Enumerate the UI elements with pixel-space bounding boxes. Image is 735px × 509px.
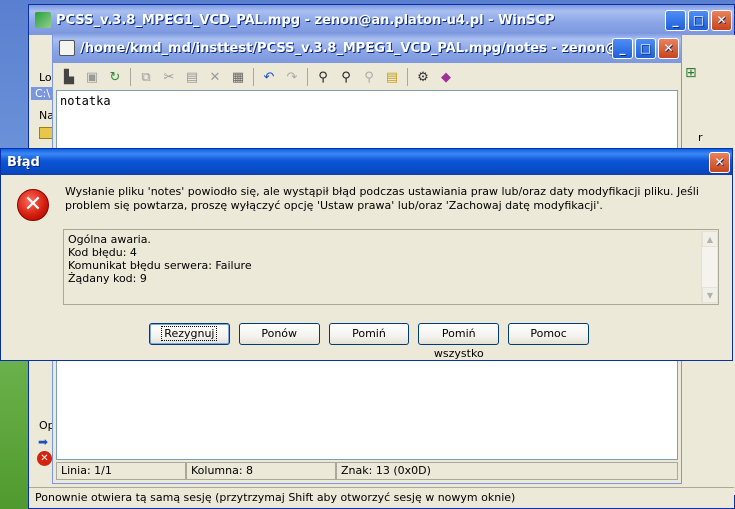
goto-line-icon[interactable]: ▤ <box>381 66 403 88</box>
line-indicator: Linia: 1/1 <box>56 462 186 480</box>
maximize-button[interactable]: □ <box>688 9 709 31</box>
winscp-window-title: PCSS_v.3.8_MPEG1_VCD_PAL.mpg - zenon@an.… <box>56 12 555 28</box>
editor-title-bar[interactable]: /home/kmd_md/insttest/PCSS_v.3.8_MPEG1_V… <box>53 33 681 63</box>
editor-app-icon <box>59 40 75 56</box>
delete-icon[interactable]: ✕ <box>204 66 226 88</box>
winscp-app-icon <box>35 12 51 28</box>
toolbar-separator <box>253 68 254 86</box>
toolbar-fragment-lo[interactable]: Lo <box>39 71 52 84</box>
help-button[interactable]: Pomoc <box>508 323 589 345</box>
reload-icon[interactable]: ↻ <box>104 66 126 88</box>
error-details-box[interactable]: Ogólna awaria. Kod błędu: 4 Komunikat bł… <box>63 229 719 305</box>
dialog-title: Błąd <box>7 154 40 170</box>
details-line: Ogólna awaria. <box>68 233 151 246</box>
select-all-icon[interactable]: ▦ <box>227 66 249 88</box>
tree-icon[interactable]: ⊞ <box>685 65 697 81</box>
error-dialog: Błąd ✕ ✕ Wysłanie pliku 'notes' powiodło… <box>0 148 733 361</box>
editor-close-button[interactable]: ✕ <box>658 37 679 59</box>
help-book-icon[interactable]: ◆ <box>435 66 457 88</box>
error-message: Wysłanie pliku 'notes' powiodło się, ale… <box>65 185 699 212</box>
details-line: Żądany kod: 9 <box>68 272 147 285</box>
scroll-up-icon[interactable]: ▲ <box>702 231 718 247</box>
save-icon[interactable]: ▣ <box>81 66 103 88</box>
skip-all-button[interactable]: Pomiń wszystko <box>418 323 500 360</box>
undo-icon[interactable]: ↶ <box>258 66 280 88</box>
right-fragment-1: r <box>698 131 703 144</box>
winscp-title-bar[interactable]: PCSS_v.3.8_MPEG1_VCD_PAL.mpg - zenon@an.… <box>29 5 734 35</box>
queue-arrow-icon: ➡ <box>38 435 49 449</box>
folder-up-icon[interactable] <box>39 127 53 139</box>
paste-icon[interactable]: ▤ <box>181 66 203 88</box>
dialog-title-bar[interactable]: Błąd ✕ <box>1 149 732 175</box>
close-button[interactable]: ✕ <box>711 9 732 31</box>
replace-icon[interactable]: ⚲ <box>335 66 357 88</box>
winscp-status-bar: Ponownie otwiera tą samą sesję (przytrzy… <box>29 487 734 508</box>
char-indicator: Znak: 13 (0x0D) <box>336 462 678 480</box>
find-icon[interactable]: ⚲ <box>312 66 334 88</box>
retry-button[interactable]: Ponów <box>238 323 320 345</box>
error-icon: ✕ <box>17 189 49 221</box>
column-indicator: Kolumna: 8 <box>186 462 336 480</box>
editor-toolbar: ▙ ▣ ↻ ⧉ ✂ ▤ ✕ ▦ ↶ ↷ ⚲ ⚲ ⚲ ▤ ⚙ ◆ <box>56 64 678 90</box>
editor-minimize-button[interactable]: _ <box>612 37 633 59</box>
editor-maximize-button[interactable]: □ <box>635 37 656 59</box>
details-line: Komunikat błędu serwera: Failure <box>68 259 252 272</box>
save-upload-icon[interactable]: ▙ <box>58 66 80 88</box>
minimize-button[interactable]: _ <box>665 9 686 31</box>
dialog-close-button[interactable]: ✕ <box>709 151 730 173</box>
toolbar-separator <box>130 68 131 86</box>
dialog-button-row: Rezygnuj Ponów Pomiń Pomiń wszystko Pomo… <box>149 323 589 360</box>
preferences-gear-icon[interactable]: ⚙ <box>412 66 434 88</box>
details-scrollbar[interactable]: ▲ ▼ <box>701 231 718 303</box>
editor-window-title: /home/kmd_md/insttest/PCSS_v.3.8_MPEG1_V… <box>80 40 612 56</box>
details-line: Kod błędu: 4 <box>68 246 137 259</box>
toolbar-separator <box>307 68 308 86</box>
queue-error-icon: ✕ <box>37 451 52 466</box>
find-next-icon[interactable]: ⚲ <box>358 66 380 88</box>
cut-icon[interactable]: ✂ <box>158 66 180 88</box>
abort-button[interactable]: Rezygnuj <box>149 323 230 345</box>
skip-button[interactable]: Pomiń <box>328 323 410 345</box>
toolbar-separator <box>407 68 408 86</box>
redo-icon[interactable]: ↷ <box>281 66 303 88</box>
scroll-down-icon[interactable]: ▼ <box>702 287 718 303</box>
editor-status-bar: Linia: 1/1 Kolumna: 8 Znak: 13 (0x0D) <box>56 462 678 480</box>
copy-icon[interactable]: ⧉ <box>135 66 157 88</box>
